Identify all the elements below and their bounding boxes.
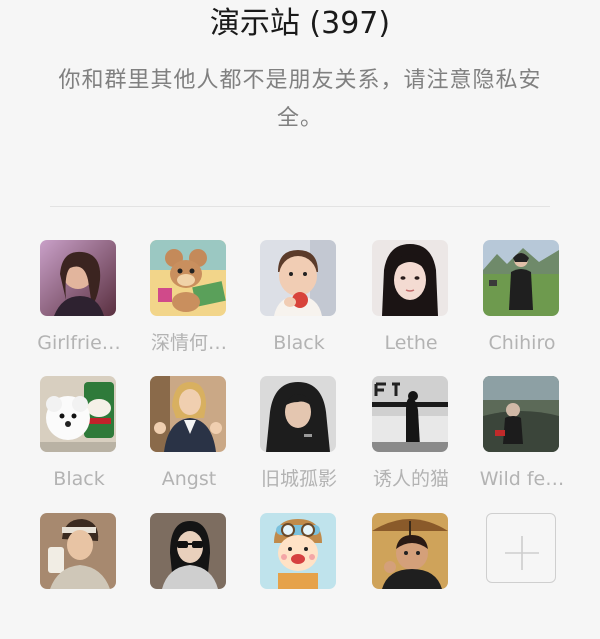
member-name: Lethe [384, 332, 438, 354]
member-name: Black [53, 468, 105, 490]
member-item[interactable]: 深情何… [134, 240, 244, 366]
member-item[interactable]: Black [244, 240, 354, 366]
street-scene-avatar[interactable] [372, 376, 448, 452]
member-name: Angst [161, 468, 217, 490]
member-name: 诱人的猫 [372, 468, 449, 490]
privacy-notice: 你和群里其他人都不是朋友关系，请注意隐私安全。 [58, 68, 542, 131]
man-with-umbrella-avatar[interactable] [372, 513, 448, 589]
man-with-cup-avatar[interactable] [40, 513, 116, 589]
member-item[interactable]: Chihiro [467, 240, 577, 366]
group-header: 演示站 (397) 你和群里其他人都不是朋友关系，请注意隐私安全。 [0, 0, 600, 206]
member-item[interactable]: 诱人的猫 [356, 376, 466, 502]
divider [50, 206, 550, 207]
woman-portrait-avatar[interactable] [40, 240, 116, 316]
plus-icon [505, 536, 539, 570]
member-item[interactable] [134, 513, 244, 639]
member-item[interactable]: Black [24, 376, 134, 502]
member-name: Black [273, 332, 325, 354]
member-item[interactable] [244, 513, 354, 639]
member-item[interactable]: Wild fe… [467, 376, 577, 502]
person-in-field-avatar[interactable] [483, 240, 559, 316]
member-name: Girlfrie… [37, 332, 121, 354]
girl-portrait-avatar[interactable] [372, 240, 448, 316]
member-item[interactable]: 旧城孤影 [244, 376, 354, 502]
member-item[interactable]: Lethe [356, 240, 466, 366]
member-item[interactable]: Girlfrie… [24, 240, 134, 366]
person-sitting-avatar[interactable] [483, 376, 559, 452]
add-member-button[interactable] [486, 513, 556, 583]
cartoon-pilot-avatar[interactable] [260, 513, 336, 589]
member-item[interactable] [356, 513, 466, 639]
woman-thumbs-up-avatar[interactable] [150, 376, 226, 452]
woman-sunglasses-avatar[interactable] [150, 513, 226, 589]
member-item[interactable]: Angst [134, 376, 244, 502]
member-name: Wild fe… [479, 468, 565, 490]
hooded-man-avatar[interactable] [260, 376, 336, 452]
group-title: 演示站 (397) [209, 6, 391, 41]
toddler-with-apple-avatar[interactable] [260, 240, 336, 316]
member-name: Chihiro [488, 332, 556, 354]
puppy-with-can-avatar[interactable] [40, 376, 116, 452]
member-name: 深情何… [150, 332, 227, 354]
member-item[interactable] [24, 513, 134, 639]
cartoon-mouse-avatar[interactable] [150, 240, 226, 316]
member-name: 旧城孤影 [260, 468, 337, 490]
